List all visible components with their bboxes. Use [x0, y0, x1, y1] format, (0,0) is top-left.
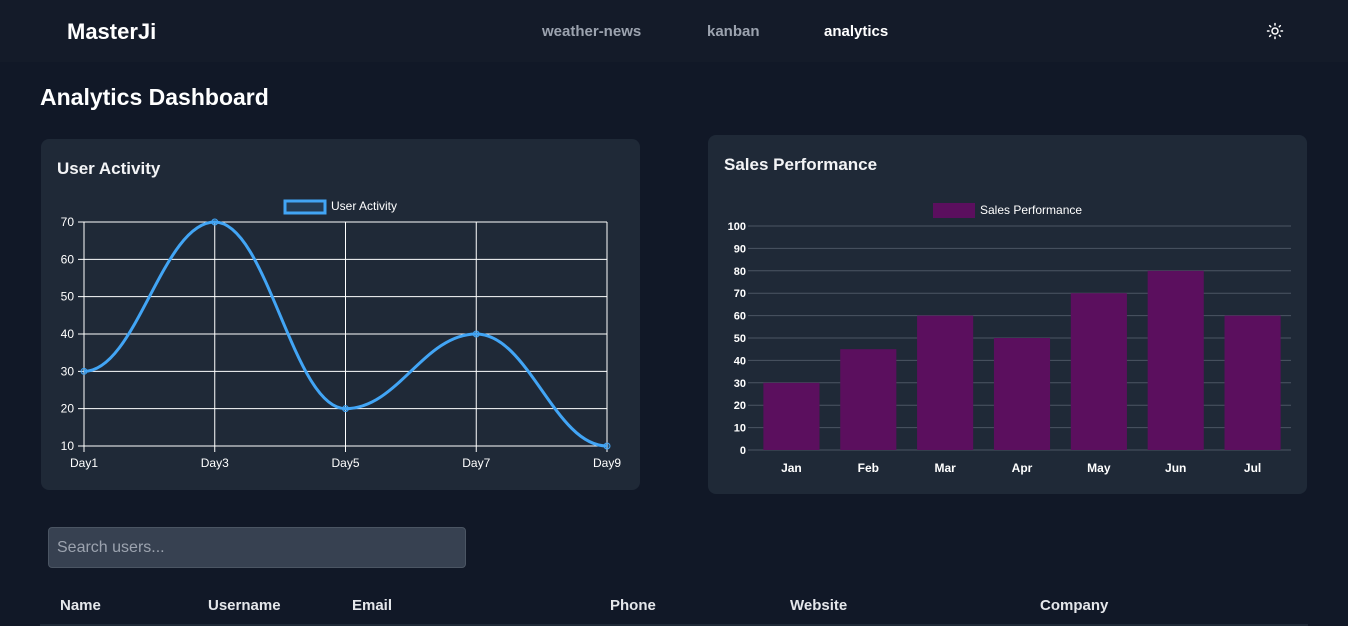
- user-activity-chart: User Activity 10 20 30 40 50 60 70 Day1 Day3 Day5 D…: [61, 199, 622, 470]
- bar-jan: [763, 382, 820, 450]
- x-tick-label: Day5: [331, 456, 359, 470]
- sales-performance-chart: Sales Performance 0 10 20 30 40 50 60 70 80 90 100 J…: [728, 203, 1291, 475]
- nav-link-analytics[interactable]: analytics: [824, 23, 888, 40]
- y-tick-label: 70: [734, 288, 746, 300]
- column-header-email[interactable]: Email: [352, 597, 392, 614]
- data-point: [603, 442, 611, 450]
- theme-toggle-button[interactable]: [1263, 19, 1287, 43]
- y-tick-label: 30: [734, 378, 746, 390]
- y-tick-label: 70: [61, 215, 75, 229]
- data-point: [472, 330, 480, 338]
- x-tick-label: Jul: [1244, 461, 1261, 475]
- x-tick-label: Jun: [1165, 461, 1186, 475]
- legend-label-user-activity: User Activity: [331, 199, 397, 213]
- column-header-phone[interactable]: Phone: [610, 597, 656, 614]
- y-tick-label: 20: [734, 400, 746, 412]
- data-point: [211, 218, 219, 226]
- data-point: [342, 405, 349, 413]
- users-table-header: Name Username Email Phone Website Compan…: [0, 592, 1348, 626]
- y-tick-label: 60: [61, 252, 75, 266]
- bar-jul: [1224, 315, 1281, 450]
- y-tick-label: 100: [728, 221, 746, 233]
- y-tick-label: 40: [734, 355, 746, 367]
- x-tick-label: Jan: [781, 461, 802, 475]
- nav-link-weather-news[interactable]: weather-news: [542, 23, 641, 40]
- data-point: [80, 367, 88, 375]
- column-header-name[interactable]: Name: [60, 597, 101, 614]
- y-tick-label: 40: [61, 327, 75, 341]
- y-tick-label: 30: [61, 364, 75, 378]
- y-tick-label: 80: [734, 266, 746, 278]
- column-header-website[interactable]: Website: [790, 597, 847, 614]
- y-tick-label: 50: [61, 290, 75, 304]
- x-tick-label: May: [1087, 461, 1111, 475]
- y-tick-label: 90: [734, 243, 746, 255]
- x-tick-label: Apr: [1012, 461, 1033, 475]
- legend-label-sales-performance: Sales Performance: [980, 203, 1082, 217]
- y-tick-label: 20: [61, 402, 75, 416]
- brand-logo[interactable]: MasterJi: [67, 19, 156, 45]
- bar-apr: [993, 338, 1051, 450]
- page-title: Analytics Dashboard: [40, 84, 269, 110]
- x-tick-label: Day9: [593, 456, 621, 470]
- legend-swatch-sales-performance: [933, 203, 975, 218]
- y-tick-label: 10: [61, 439, 75, 453]
- nav-link-kanban[interactable]: kanban: [707, 23, 760, 40]
- bar-jun: [1147, 270, 1204, 450]
- user-activity-card: User Activity User Activity 10 20 30 40 50 60 7…: [41, 139, 640, 490]
- x-tick-label: Day1: [70, 456, 98, 470]
- column-header-username[interactable]: Username: [208, 597, 281, 614]
- sales-performance-card: Sales Performance Sales Performance 0 10 20…: [708, 135, 1307, 494]
- x-tick-label: Day3: [201, 456, 229, 470]
- y-tick-label: 60: [734, 311, 746, 323]
- column-header-company[interactable]: Company: [1040, 597, 1108, 614]
- y-tick-label: 50: [734, 333, 746, 345]
- search-users-input[interactable]: [48, 527, 466, 568]
- bar-mar: [917, 315, 974, 450]
- bar-feb: [840, 349, 897, 450]
- bar-may: [1070, 293, 1127, 450]
- y-tick-label: 10: [734, 423, 746, 435]
- navbar: MasterJi weather-news kanban analytics: [0, 0, 1348, 62]
- sun-icon: [1266, 22, 1284, 40]
- legend-swatch-user-activity: [283, 199, 327, 215]
- x-tick-label: Feb: [858, 461, 879, 475]
- x-tick-label: Mar: [934, 461, 956, 475]
- x-tick-label: Day7: [462, 456, 490, 470]
- y-tick-label: 0: [740, 445, 746, 457]
